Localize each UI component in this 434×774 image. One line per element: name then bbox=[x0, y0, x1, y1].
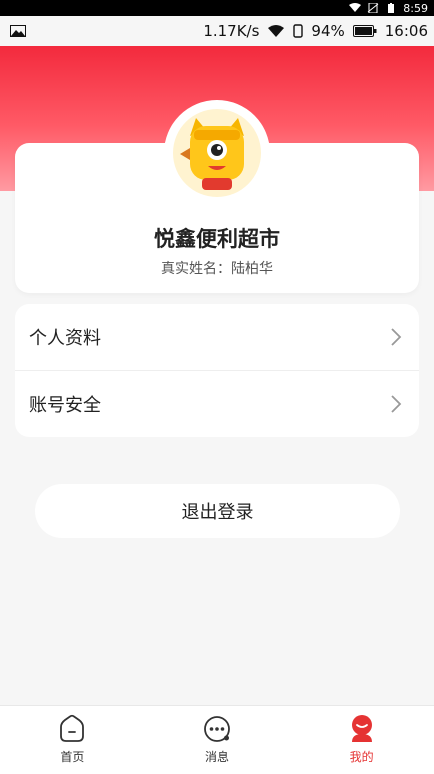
home-icon bbox=[60, 714, 85, 742]
tab-messages[interactable]: 消息 bbox=[145, 706, 290, 774]
profile-icon bbox=[351, 715, 372, 742]
menu-item-account-security[interactable]: 账号安全 bbox=[15, 371, 419, 437]
tab-mine[interactable]: 我的 bbox=[289, 706, 434, 774]
menu-item-label: 个人资料 bbox=[29, 328, 101, 349]
logout-button[interactable]: 退出登录 bbox=[35, 484, 400, 538]
wifi-icon bbox=[268, 24, 285, 37]
tiger-mascot-icon bbox=[173, 109, 261, 197]
menu-item-label: 账号安全 bbox=[29, 395, 101, 416]
bottom-tab-bar: 首页 消息 我的 bbox=[0, 705, 434, 774]
system-status-bar: 8:59 bbox=[0, 0, 434, 16]
real-name-label: 真实姓名： bbox=[161, 261, 231, 277]
real-name-row: 真实姓名：陆柏华 bbox=[15, 258, 419, 278]
chevron-right-icon bbox=[391, 328, 402, 346]
battery-icon bbox=[352, 25, 377, 37]
no-sim-icon bbox=[367, 3, 379, 13]
message-icon bbox=[204, 716, 230, 742]
wifi-icon bbox=[349, 3, 362, 12]
system-time: 8:59 bbox=[403, 1, 428, 15]
chevron-right-icon bbox=[391, 395, 402, 413]
network-speed: 1.17K/s bbox=[203, 22, 260, 40]
tab-label: 首页 bbox=[60, 750, 85, 764]
tab-label: 我的 bbox=[349, 750, 374, 764]
tab-home[interactable]: 首页 bbox=[0, 706, 145, 774]
image-icon bbox=[10, 25, 26, 37]
real-name-value: 陆柏华 bbox=[231, 261, 273, 277]
menu-item-profile[interactable]: 个人资料 bbox=[15, 304, 419, 370]
clock: 16:06 bbox=[384, 22, 428, 40]
tab-label: 消息 bbox=[205, 750, 230, 764]
avatar[interactable] bbox=[164, 100, 270, 206]
battery-icon bbox=[388, 3, 395, 13]
battery-percent: 94% bbox=[311, 22, 345, 40]
app-status-bar: 1.17K/s 94% 16:06 bbox=[0, 16, 434, 46]
shop-name: 悦鑫便利超市 bbox=[154, 227, 280, 251]
menu-card: 个人资料 账号安全 bbox=[15, 304, 419, 437]
phone-icon bbox=[293, 24, 304, 38]
